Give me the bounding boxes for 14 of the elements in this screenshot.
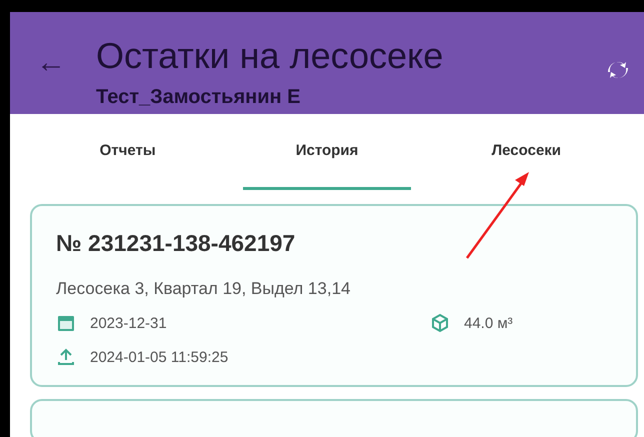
- upload-time: 2024-01-05 11:59:25: [90, 348, 228, 366]
- date-text: 2023-12-31: [90, 314, 168, 332]
- cube-icon: [430, 313, 450, 333]
- history-card[interactable]: № 231231-138-462197 Лесосека 3, Квартал 19, Выдел 13,14 2023-12-31 44.0 м³ 2024-01-05 11:59:25: [30, 204, 638, 387]
- screen-title: Остатки на лесосеке: [96, 36, 444, 76]
- location-text: Лесосека 3, Квартал 19, Выдел 13,14: [56, 279, 352, 299]
- tab[interactable]: Лесосеки: [442, 114, 610, 190]
- tab[interactable]: История: [243, 114, 411, 190]
- upload-icon: [56, 347, 76, 367]
- screen-subtitle: Тест_Замостьянин Е: [96, 86, 302, 109]
- calendar-icon: [56, 313, 76, 333]
- tab[interactable]: Отчеты: [44, 114, 212, 190]
- volume-text: 44.0 м³: [464, 314, 513, 332]
- document-number: № 231231-138-462197: [56, 230, 296, 257]
